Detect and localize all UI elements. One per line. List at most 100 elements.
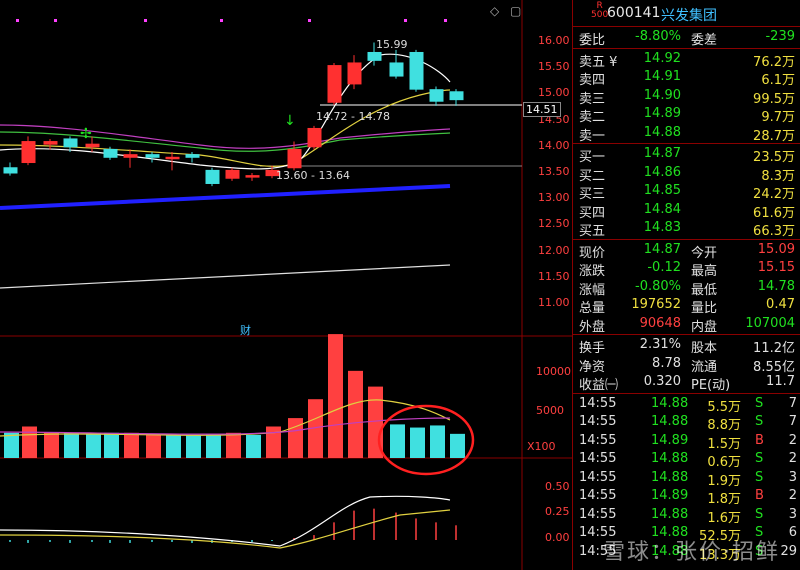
- ask-price: 14.91: [643, 69, 681, 84]
- bid-volume: 66.3万: [753, 224, 795, 239]
- tick-count: 7: [788, 414, 797, 429]
- quote-row: 买五 14.83 66.3万: [573, 219, 800, 239]
- stock-name[interactable]: 兴发集团: [661, 5, 717, 25]
- volume-bar[interactable]: [328, 334, 343, 458]
- tick-price: 14.88: [651, 414, 689, 429]
- candle-body[interactable]: [245, 175, 260, 178]
- volume-bar[interactable]: [246, 434, 261, 458]
- ask-label: 卖二: [579, 110, 606, 125]
- annotation-cai: 财: [240, 324, 251, 337]
- quote-row: 14:55 14.88 1.9万 S 3: [573, 469, 800, 489]
- candle-body[interactable]: [347, 62, 362, 85]
- candle-body[interactable]: [429, 89, 444, 102]
- stat-label: 现价: [579, 245, 606, 261]
- tick-count: 6: [788, 525, 797, 540]
- candle-body[interactable]: [327, 65, 342, 103]
- candle-body[interactable]: [145, 154, 160, 158]
- stock-code[interactable]: 600141: [607, 5, 660, 21]
- quote-separator: [573, 47, 800, 49]
- stat-value: 15.15: [757, 260, 795, 275]
- finance-value: 2.31%: [639, 337, 681, 352]
- volume-bar[interactable]: [146, 433, 161, 458]
- price-axis-tick: 11.50: [538, 269, 570, 283]
- candle-body[interactable]: [103, 148, 118, 158]
- ask-volume: 28.7万: [753, 128, 795, 144]
- volume-bar[interactable]: [226, 432, 241, 458]
- quote-row: 卖四 14.91 6.1万: [573, 68, 800, 88]
- finance-label: 股本: [691, 341, 718, 356]
- bid-label: 买五: [579, 224, 606, 239]
- bid-label: 买四: [579, 205, 606, 221]
- candle-body[interactable]: [21, 141, 36, 164]
- candle-body[interactable]: [63, 138, 78, 148]
- volume-bar[interactable]: [22, 426, 37, 459]
- quote-separator: [573, 238, 800, 240]
- quote-row: 收益㈠ 0.320 PE(动) 11.7: [573, 373, 800, 393]
- quote-row: 14:55 14.88 0.6万 S 2: [573, 450, 800, 470]
- volume-bar[interactable]: [44, 432, 59, 458]
- volume-bar[interactable]: [124, 432, 139, 458]
- quote-row: 买四 14.84 61.6万: [573, 201, 800, 221]
- candle-body[interactable]: [43, 141, 58, 145]
- tick-time: 14:55: [579, 488, 617, 503]
- volume-bar[interactable]: [206, 433, 221, 458]
- diamond-icon[interactable]: ◇: [490, 4, 499, 18]
- volume-bar[interactable]: [166, 434, 181, 458]
- finance-value: 0.320: [643, 374, 681, 389]
- volume-bar[interactable]: [410, 427, 425, 458]
- volume-bar[interactable]: [390, 424, 405, 458]
- volume-axis-tick: 5000: [536, 404, 564, 417]
- volume-bar[interactable]: [348, 370, 363, 458]
- macd-dif-line: [0, 495, 451, 547]
- tick-volume: 1.9万: [707, 473, 741, 489]
- stock-header: R 500 600141 兴发集团: [573, 0, 800, 27]
- kline-chart-area[interactable]: ↓ ✢ 16.00 15.50 15.00 14.50 14.00 13.50 13.00 1…: [0, 0, 572, 570]
- ask-price: 14.89: [643, 106, 681, 121]
- window-toggle-icon[interactable]: ▢: [510, 4, 521, 18]
- volume-bar[interactable]: [430, 425, 445, 458]
- candle-body[interactable]: [307, 127, 322, 148]
- stat-label: 量比: [691, 301, 718, 316]
- candle-body[interactable]: [85, 143, 100, 148]
- kline-chart-canvas[interactable]: ↓ ✢: [0, 0, 572, 570]
- finance-value: 11.2亿: [753, 341, 795, 356]
- candle-body[interactable]: [287, 148, 302, 169]
- finance-label: 净资: [579, 359, 606, 375]
- volume-series: [4, 334, 465, 458]
- candle-body[interactable]: [409, 51, 424, 90]
- annotation-range-lower: 13.60 - 13.64: [276, 169, 350, 182]
- ask-price: 14.90: [643, 87, 681, 103]
- volume-bar[interactable]: [266, 426, 281, 459]
- volume-bar[interactable]: [64, 432, 79, 458]
- finance-value: 11.7: [766, 374, 795, 389]
- candle-body[interactable]: [165, 156, 180, 160]
- candle-body[interactable]: [205, 169, 220, 184]
- volume-bar[interactable]: [86, 432, 101, 458]
- candle-body[interactable]: [185, 154, 200, 158]
- volume-bar[interactable]: [450, 433, 465, 458]
- candle-body[interactable]: [3, 167, 18, 174]
- finance-label: 流通: [691, 359, 718, 375]
- candle-body[interactable]: [123, 154, 138, 158]
- tick-side: S: [755, 414, 764, 429]
- volume-bar[interactable]: [104, 432, 119, 458]
- tick-time: 14:55: [579, 395, 617, 411]
- volume-axis-tick: X100: [527, 440, 556, 453]
- tick-count: 7: [788, 395, 797, 411]
- candle-body[interactable]: [449, 91, 464, 101]
- annotation-range-upper: 14.72 - 14.78: [316, 110, 390, 123]
- ask-volume: 6.1万: [761, 73, 795, 88]
- candle-body[interactable]: [367, 51, 382, 61]
- macd-axis-tick: 0.00: [545, 531, 570, 544]
- tick-volume: 8.8万: [707, 418, 741, 433]
- candle-body[interactable]: [389, 62, 404, 77]
- macd-axis-tick: 0.50: [545, 480, 570, 493]
- bid-volume: 8.3万: [761, 168, 795, 184]
- volume-bar[interactable]: [186, 434, 201, 458]
- candle-body[interactable]: [225, 169, 240, 179]
- bid-volume: 24.2万: [753, 187, 795, 202]
- volume-bar[interactable]: [4, 432, 19, 458]
- header-dots: [16, 19, 447, 22]
- quote-row: 净资 8.78 流通 8.55亿: [573, 355, 800, 375]
- quote-row: 卖二 14.89 9.7万: [573, 105, 800, 125]
